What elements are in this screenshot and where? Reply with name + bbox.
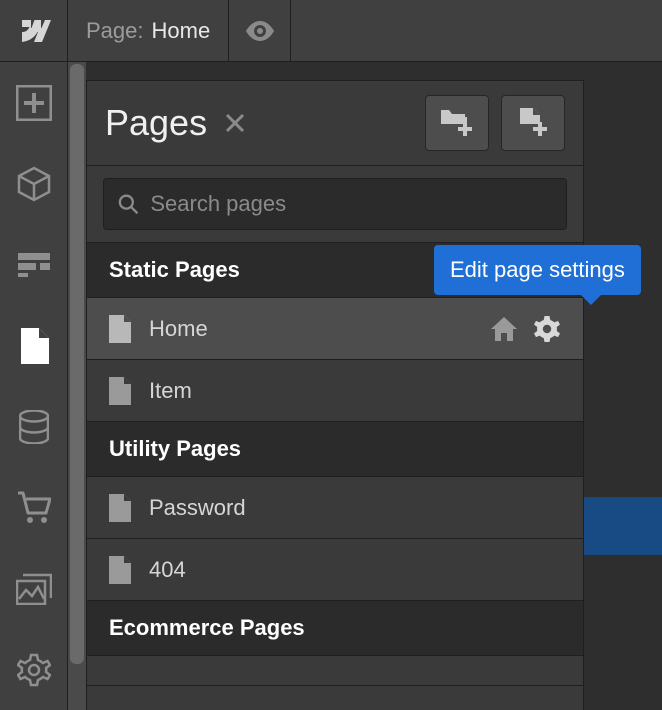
page-file-icon [109, 315, 131, 343]
edit-page-settings-button[interactable] [533, 315, 561, 343]
navigator-icon [18, 253, 50, 277]
left-sidebar [0, 62, 68, 710]
add-icon [16, 85, 52, 121]
cube-icon [16, 166, 52, 202]
eye-icon [246, 21, 274, 41]
search-input[interactable] [150, 191, 552, 217]
sidebar-item-settings[interactable] [0, 629, 67, 710]
page-row-item[interactable]: Item [87, 360, 583, 422]
home-icon [491, 317, 517, 341]
new-folder-button[interactable] [425, 95, 489, 151]
canvas-selected-element [582, 497, 662, 555]
page-file-icon [109, 377, 131, 405]
sidebar-item-pages[interactable] [0, 305, 67, 386]
webflow-logo-icon [17, 20, 51, 42]
page-icon [19, 328, 49, 364]
images-icon [16, 573, 52, 605]
topbar: Page: Home [0, 0, 662, 62]
page-row-404[interactable]: 404 [87, 539, 583, 601]
page-row-password[interactable]: Password [87, 477, 583, 539]
sidebar-item-ecommerce[interactable] [0, 467, 67, 548]
new-folder-icon [441, 110, 473, 136]
pages-panel: Pages [86, 80, 584, 710]
page-selector-value: Home [152, 18, 211, 44]
page-file-icon [109, 556, 131, 584]
sidebar-item-navigator[interactable] [0, 224, 67, 305]
webflow-logo[interactable] [0, 0, 68, 61]
pages-panel-header: Pages [87, 81, 583, 166]
home-indicator [491, 317, 517, 341]
search-pages[interactable] [103, 178, 567, 230]
new-page-button[interactable] [501, 95, 565, 151]
cart-icon [17, 491, 51, 525]
panel-scrollbar-thumb[interactable] [70, 64, 84, 664]
sidebar-item-add[interactable] [0, 62, 67, 143]
page-row-empty [87, 656, 583, 686]
gear-icon [533, 315, 561, 343]
page-selector[interactable]: Page: Home [68, 0, 229, 61]
database-icon [19, 410, 49, 444]
page-row-home[interactable]: Home [87, 298, 583, 360]
page-label: 404 [149, 557, 186, 583]
sidebar-item-cms[interactable] [0, 386, 67, 467]
tooltip-edit-page-settings: Edit page settings [434, 245, 641, 295]
page-label: Item [149, 378, 192, 404]
page-selector-label: Page: [86, 18, 144, 44]
close-panel-button[interactable] [225, 113, 245, 133]
page-file-icon [109, 494, 131, 522]
page-label: Password [149, 495, 246, 521]
gear-icon [17, 653, 51, 687]
preview-button[interactable] [229, 0, 291, 61]
new-page-icon [518, 108, 548, 138]
sidebar-item-symbols[interactable] [0, 143, 67, 224]
search-wrap [87, 166, 583, 243]
panel-scrollbar-track[interactable] [68, 62, 86, 710]
search-icon [118, 193, 138, 215]
section-ecommerce-pages: Ecommerce Pages [87, 601, 583, 656]
close-icon [225, 113, 245, 133]
pages-panel-title: Pages [105, 102, 207, 144]
page-label: Home [149, 316, 208, 342]
section-utility-pages: Utility Pages [87, 422, 583, 477]
sidebar-item-assets[interactable] [0, 548, 67, 629]
